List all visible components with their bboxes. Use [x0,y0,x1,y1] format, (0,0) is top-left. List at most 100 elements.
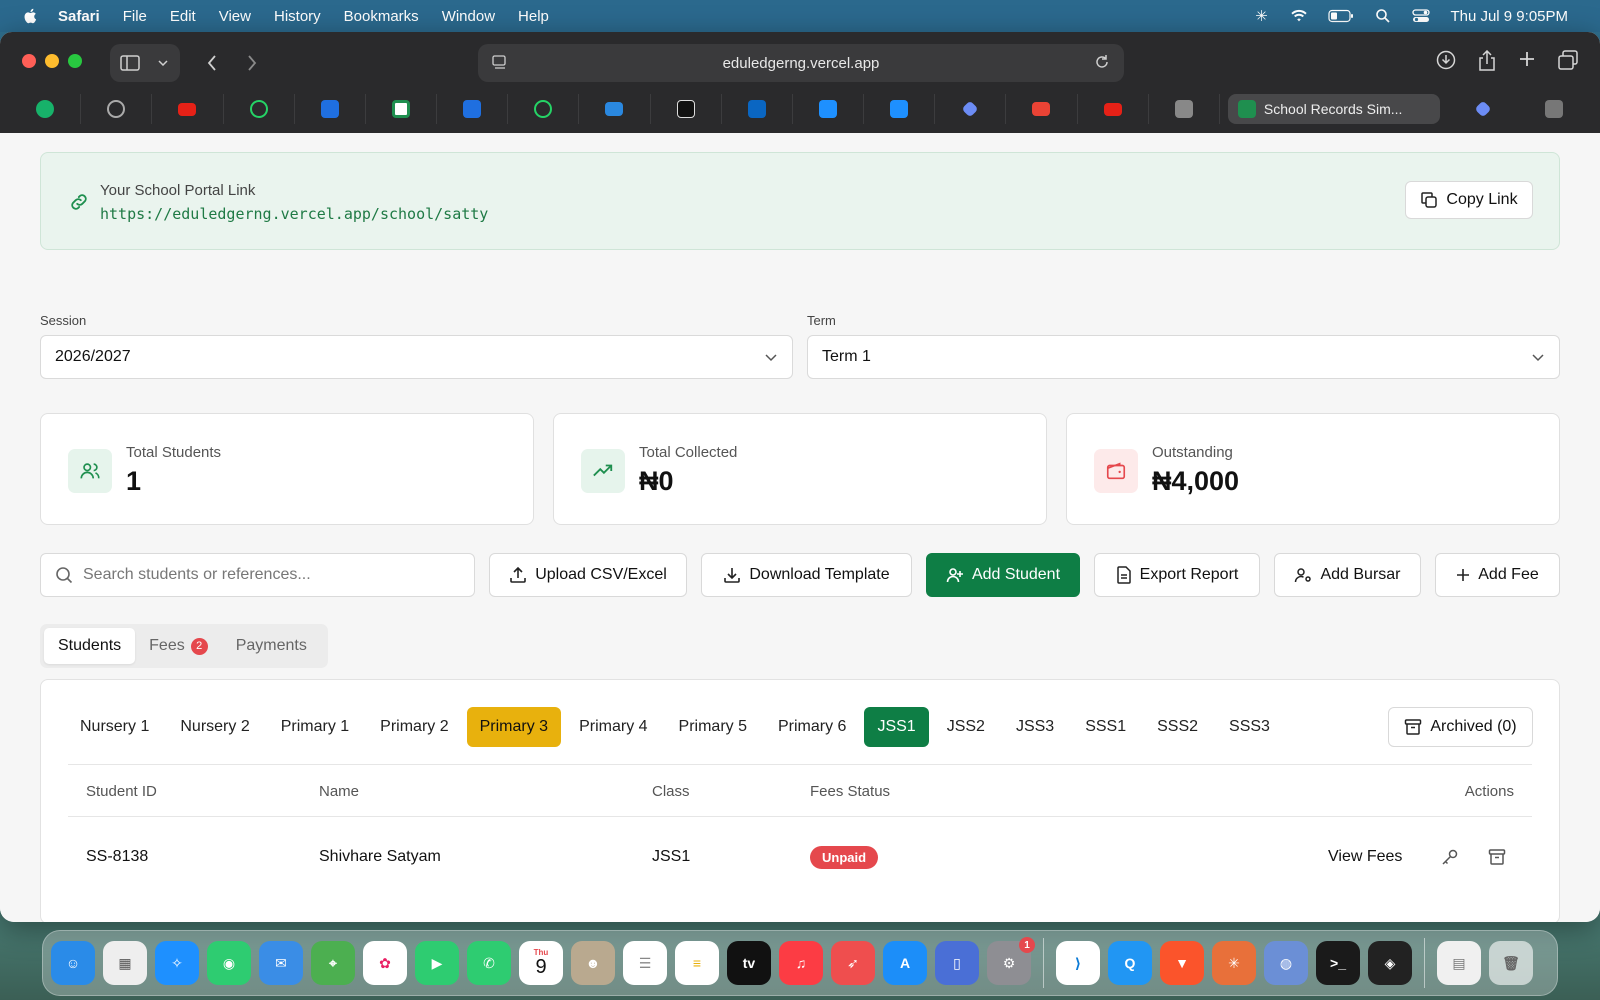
favorite-whatsapp-icon[interactable] [224,94,295,124]
class-tab-primary-2[interactable]: Primary 2 [367,707,461,747]
chevron-down-icon[interactable] [150,44,176,82]
archive-icon[interactable] [1488,848,1506,866]
rocket-icon[interactable]: ➶ [831,941,875,985]
active-favorite-tab[interactable]: School Records Sim... [1227,94,1440,124]
mail-icon[interactable]: ✉ [259,941,303,985]
apple-icon[interactable] [22,7,40,25]
favorite-compass-icon[interactable] [81,94,153,124]
favorite-trello-icon[interactable] [295,94,366,124]
messages-icon[interactable]: ◉ [207,941,251,985]
add-fee-button[interactable]: Add Fee [1435,553,1560,597]
session-select[interactable]: 2026/2027 [40,335,793,379]
music-icon[interactable]: ♫ [779,941,823,985]
menu-help[interactable]: Help [518,8,549,25]
menu-edit[interactable]: Edit [170,8,196,25]
photos-icon[interactable]: ✿ [363,941,407,985]
address-bar[interactable]: eduledgerng.vercel.app [478,44,1124,82]
facetime-icon[interactable]: ▶ [415,941,459,985]
favorite-youtube-icon[interactable] [1078,94,1149,124]
class-tab-jss3[interactable]: JSS3 [1003,707,1067,747]
reload-icon[interactable] [1094,54,1110,70]
safari-icon[interactable]: ✧ [155,941,199,985]
iphone-mirroring-icon[interactable]: ▯ [935,941,979,985]
sparkle-icon[interactable]: ✳ [1252,8,1270,25]
favorite-whatsapp-icon[interactable] [508,94,580,124]
favorite-gmail-icon[interactable] [1006,94,1078,124]
wifi-icon[interactable] [1290,8,1308,24]
forward-icon[interactable] [232,44,272,82]
class-tab-sss3[interactable]: SSS3 [1216,707,1283,747]
downloads-icon[interactable] [1436,50,1456,70]
class-tab-sss1[interactable]: SSS1 [1072,707,1139,747]
class-tab-nursery-1[interactable]: Nursery 1 [67,707,162,747]
menu-history[interactable]: History [274,8,321,25]
term-select[interactable]: Term 1 [807,335,1560,379]
brave-icon[interactable]: ▼ [1160,941,1204,985]
export-report-button[interactable]: Export Report [1094,553,1260,597]
upload-csv-button[interactable]: Upload CSV/Excel [489,553,687,597]
minimize-window-button[interactable] [45,54,59,68]
class-tab-nursery-2[interactable]: Nursery 2 [167,707,262,747]
maps-icon[interactable]: ⌖ [311,941,355,985]
favorite-g-icon[interactable] [1519,94,1590,124]
quicktime-icon[interactable]: Q [1108,941,1152,985]
archived-button[interactable]: Archived (0) [1388,707,1533,747]
menu-app-name[interactable]: Safari [58,8,100,25]
vscode-icon[interactable]: ⟩ [1056,941,1100,985]
favorite-is-icon[interactable] [864,94,936,124]
launchpad-icon[interactable]: ▦ [103,941,147,985]
address-url[interactable]: eduledgerng.vercel.app [723,55,880,72]
sidebar-icon[interactable] [110,44,150,82]
portal-link-url[interactable]: https://eduledgerng.vercel.app/school/sa… [100,205,488,223]
view-fees-button[interactable]: View Fees [1328,848,1402,866]
page-settings-icon[interactable] [492,55,508,69]
terminal-icon[interactable]: >_ [1316,941,1360,985]
tab-payments[interactable]: Payments [222,628,321,664]
favorite-trello-icon[interactable] [437,94,509,124]
class-tab-sss2[interactable]: SSS2 [1144,707,1211,747]
favorite-sheets-icon[interactable] [366,94,438,124]
class-tab-primary-6[interactable]: Primary 6 [765,707,859,747]
documents-stack-icon[interactable]: ▤ [1437,941,1481,985]
favorite-gemini-icon[interactable] [1448,94,1519,124]
menu-view[interactable]: View [219,8,251,25]
claude-icon[interactable]: ✳ [1212,941,1256,985]
apple-tv-icon[interactable]: tv [727,941,771,985]
tab-fees[interactable]: Fees 2 [135,628,222,664]
favorite-image-icon[interactable] [1149,94,1220,124]
menu-bookmarks[interactable]: Bookmarks [344,8,419,25]
zoom-window-button[interactable] [68,54,82,68]
menu-file[interactable]: File [123,8,147,25]
contacts-icon[interactable]: ☻ [571,941,615,985]
favorite-is-icon[interactable] [793,94,865,124]
download-template-button[interactable]: Download Template [701,553,912,597]
favorite-docs-icon[interactable] [579,94,651,124]
key-icon[interactable] [1441,848,1459,866]
trash-icon[interactable]: 🗑 [1489,941,1533,985]
add-student-button[interactable]: Add Student [926,553,1080,597]
control-center-icon[interactable] [1412,8,1431,24]
system-settings-icon[interactable]: ⚙ 1 [987,937,1035,985]
phone-icon[interactable]: ✆ [467,941,511,985]
favorite-bolt-icon[interactable] [651,94,722,124]
class-tab-primary-5[interactable]: Primary 5 [666,707,760,747]
search-input[interactable] [83,566,443,584]
battery-icon[interactable] [1328,8,1354,24]
class-tab-primary-4[interactable]: Primary 4 [566,707,660,747]
favorite-gemini-icon[interactable] [935,94,1007,124]
davinci-resolve-icon[interactable]: ◈ [1368,941,1412,985]
finder-icon[interactable]: ☺ [51,941,95,985]
reminders-icon[interactable]: ☰ [623,941,667,985]
tab-students[interactable]: Students [44,628,136,664]
class-tab-primary-1[interactable]: Primary 1 [268,707,362,747]
class-tab-jss2[interactable]: JSS2 [934,707,998,747]
add-bursar-button[interactable]: Add Bursar [1274,553,1421,597]
menu-window[interactable]: Window [442,8,495,25]
favorite-linkedin-icon[interactable] [722,94,793,124]
class-tab-jss1[interactable]: JSS1 [864,707,929,747]
tab-overview-icon[interactable] [1558,50,1578,70]
favorite-chat-icon[interactable] [10,94,82,124]
notes-icon[interactable]: ≡ [675,941,719,985]
menubar-clock[interactable]: Thu Jul 9 9:05PM [1450,8,1568,25]
share-icon[interactable] [1478,50,1496,72]
